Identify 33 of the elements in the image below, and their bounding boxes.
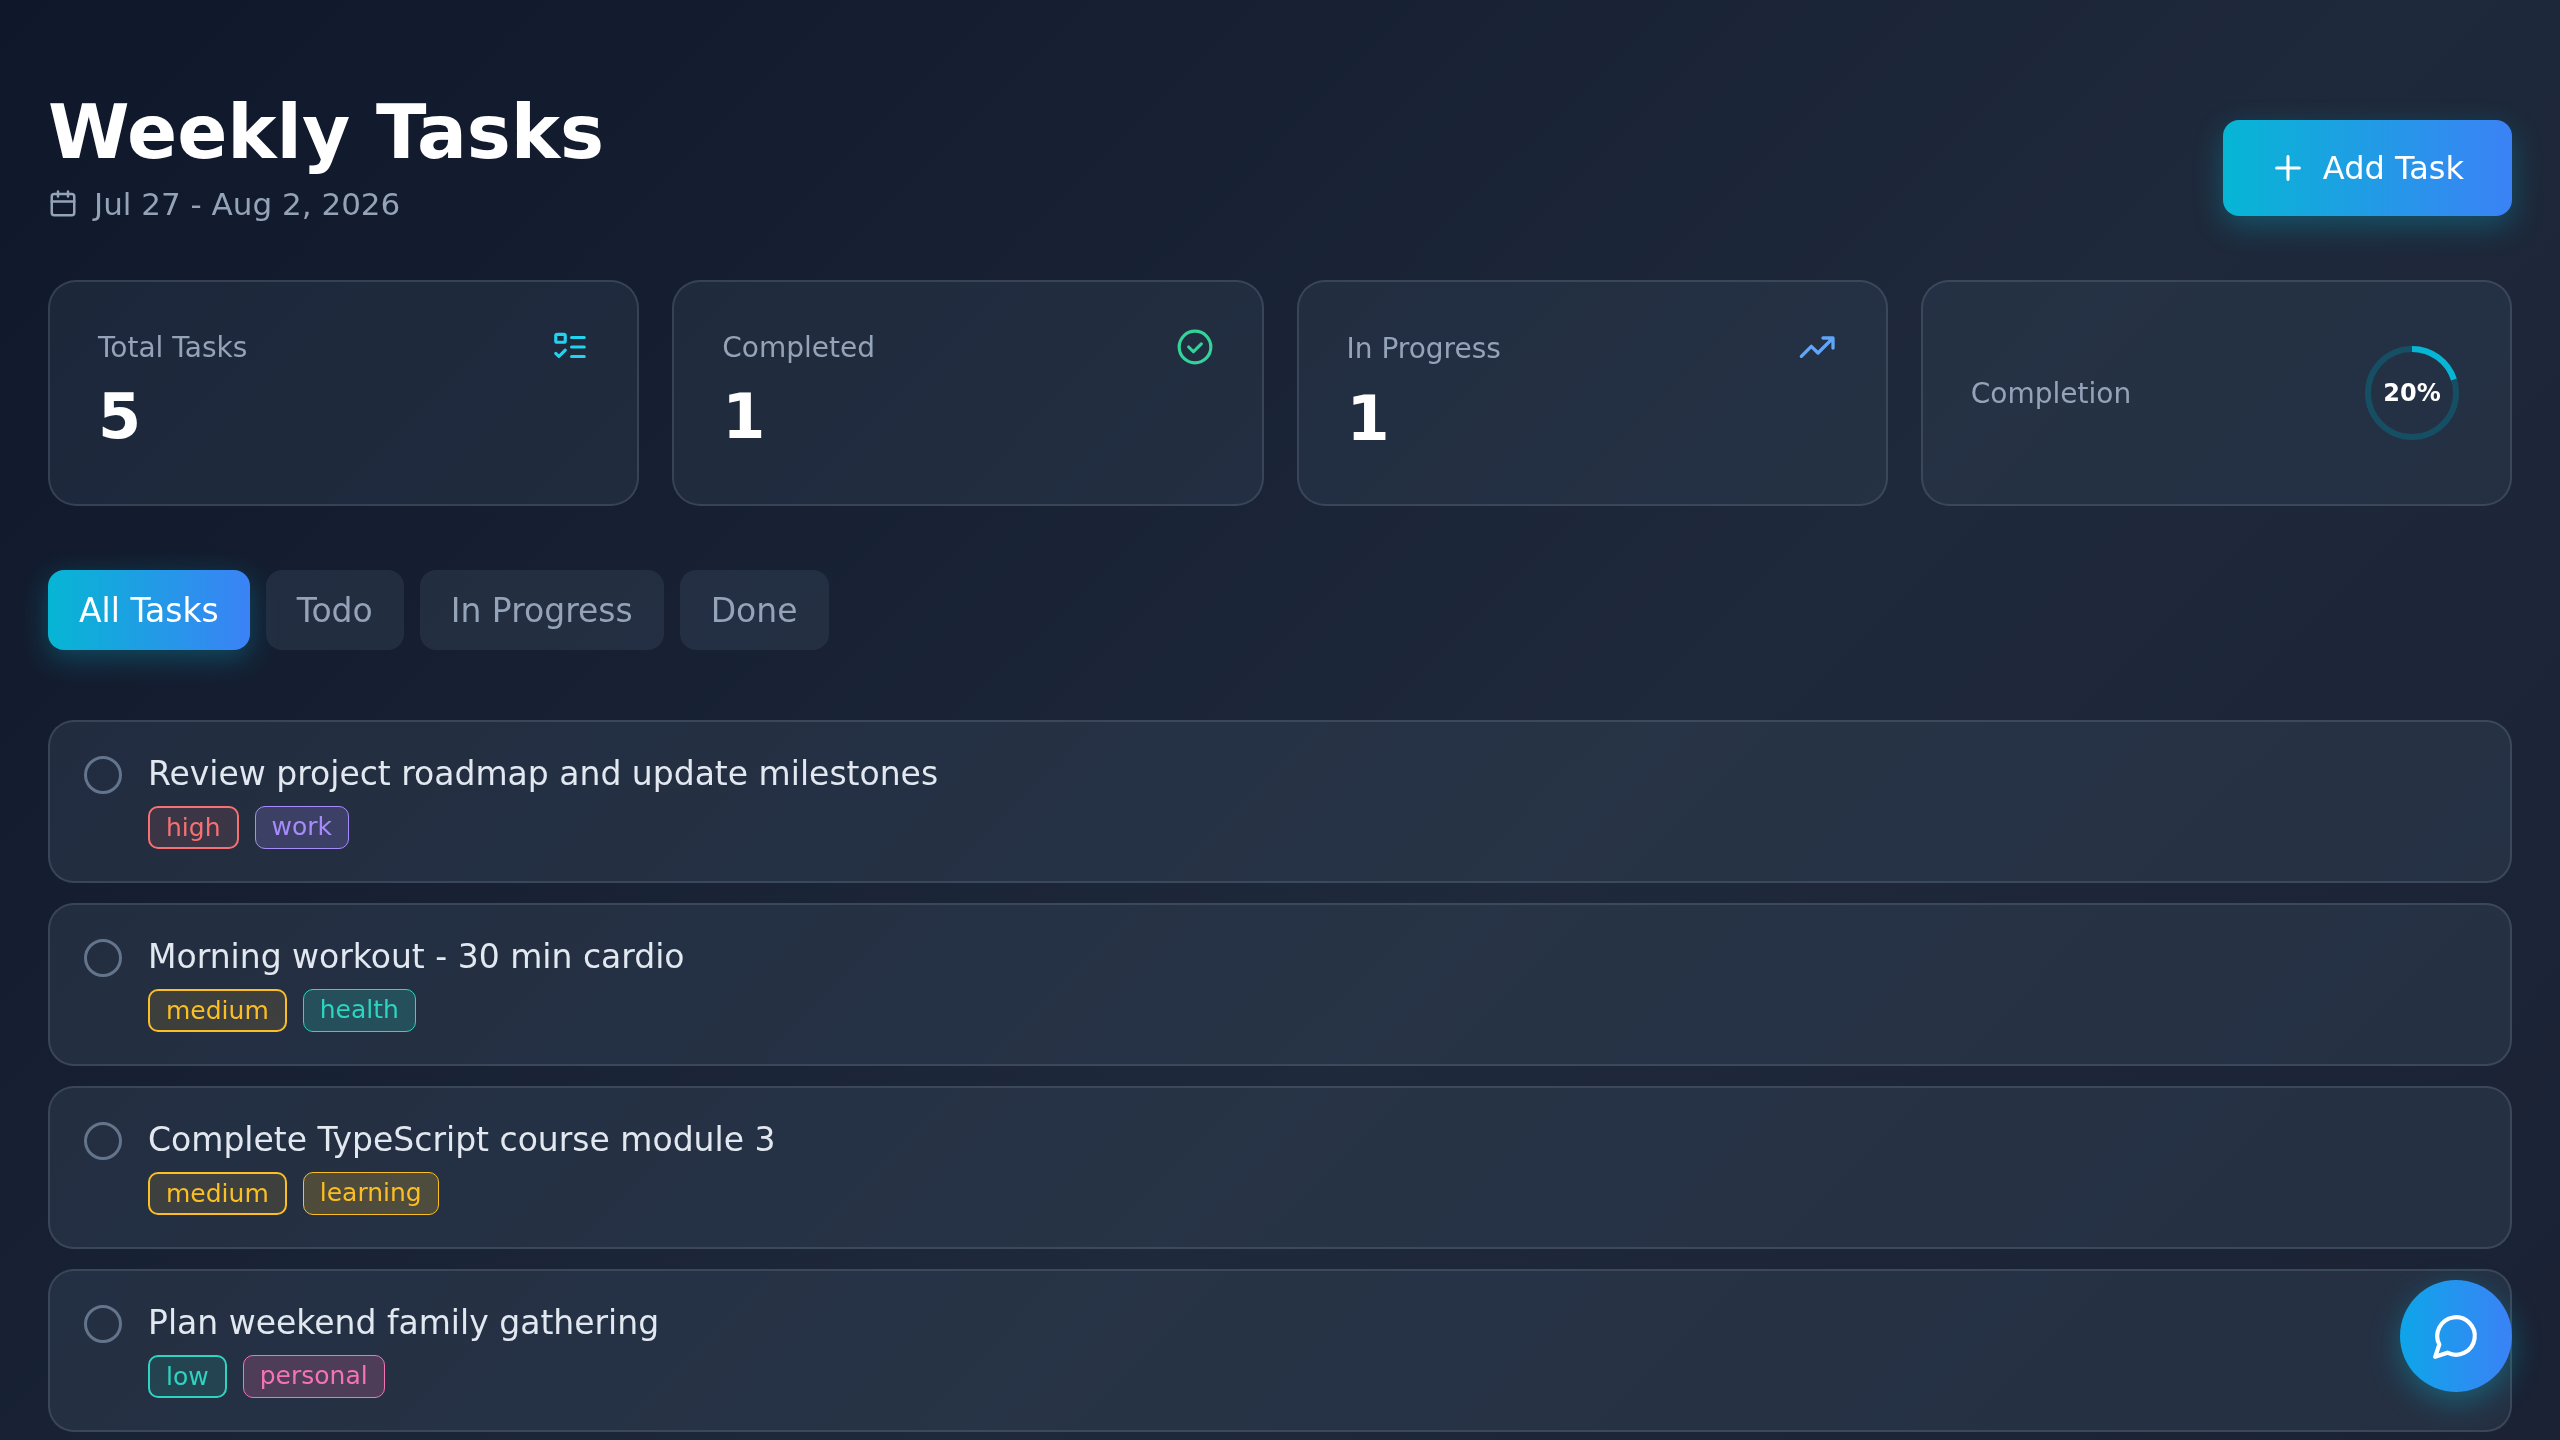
stat-label: Completion [1970, 376, 2132, 410]
stat-label: Completed [722, 330, 875, 364]
task-title: Review project roadmap and update milestones [148, 754, 939, 794]
stat-label: Total Tasks [98, 330, 248, 364]
task-checkbox[interactable] [84, 756, 122, 794]
completion-percent: 20% [2383, 379, 2441, 407]
category-tag: personal [242, 1355, 385, 1398]
date-range: Jul 27 - Aug 2, 2026 [94, 186, 401, 222]
add-task-button[interactable]: Add Task [2222, 120, 2512, 216]
task-title: Complete TypeScript course module 3 [148, 1120, 776, 1160]
filter-tab[interactable]: Todo [265, 570, 404, 650]
filter-tab[interactable]: All Tasks [48, 570, 250, 650]
category-tag: health [302, 989, 416, 1032]
category-tag: learning [302, 1172, 439, 1215]
priority-tag: medium [148, 989, 287, 1032]
priority-tag: low [148, 1355, 227, 1398]
check-circle-icon [1175, 328, 1214, 366]
filter-tab[interactable]: Done [679, 570, 829, 650]
filter-tab[interactable]: In Progress [419, 570, 664, 650]
task-checkbox[interactable] [84, 1122, 122, 1160]
stat-value: 1 [722, 380, 767, 453]
task-title: Morning workout - 30 min cardio [148, 937, 685, 977]
page-title: Weekly Tasks [48, 88, 605, 176]
stat-label: In Progress [1346, 331, 1501, 365]
priority-tag: medium [148, 1172, 287, 1215]
stat-value: 5 [98, 380, 143, 453]
stat-value: 1 [1346, 382, 1391, 455]
task-checkbox[interactable] [84, 939, 122, 977]
task-title: Plan weekend family gathering [148, 1303, 660, 1343]
calendar-icon [48, 189, 78, 219]
category-tag: work [254, 806, 349, 849]
priority-tag: high [148, 806, 239, 849]
task-checkbox[interactable] [84, 1305, 122, 1343]
